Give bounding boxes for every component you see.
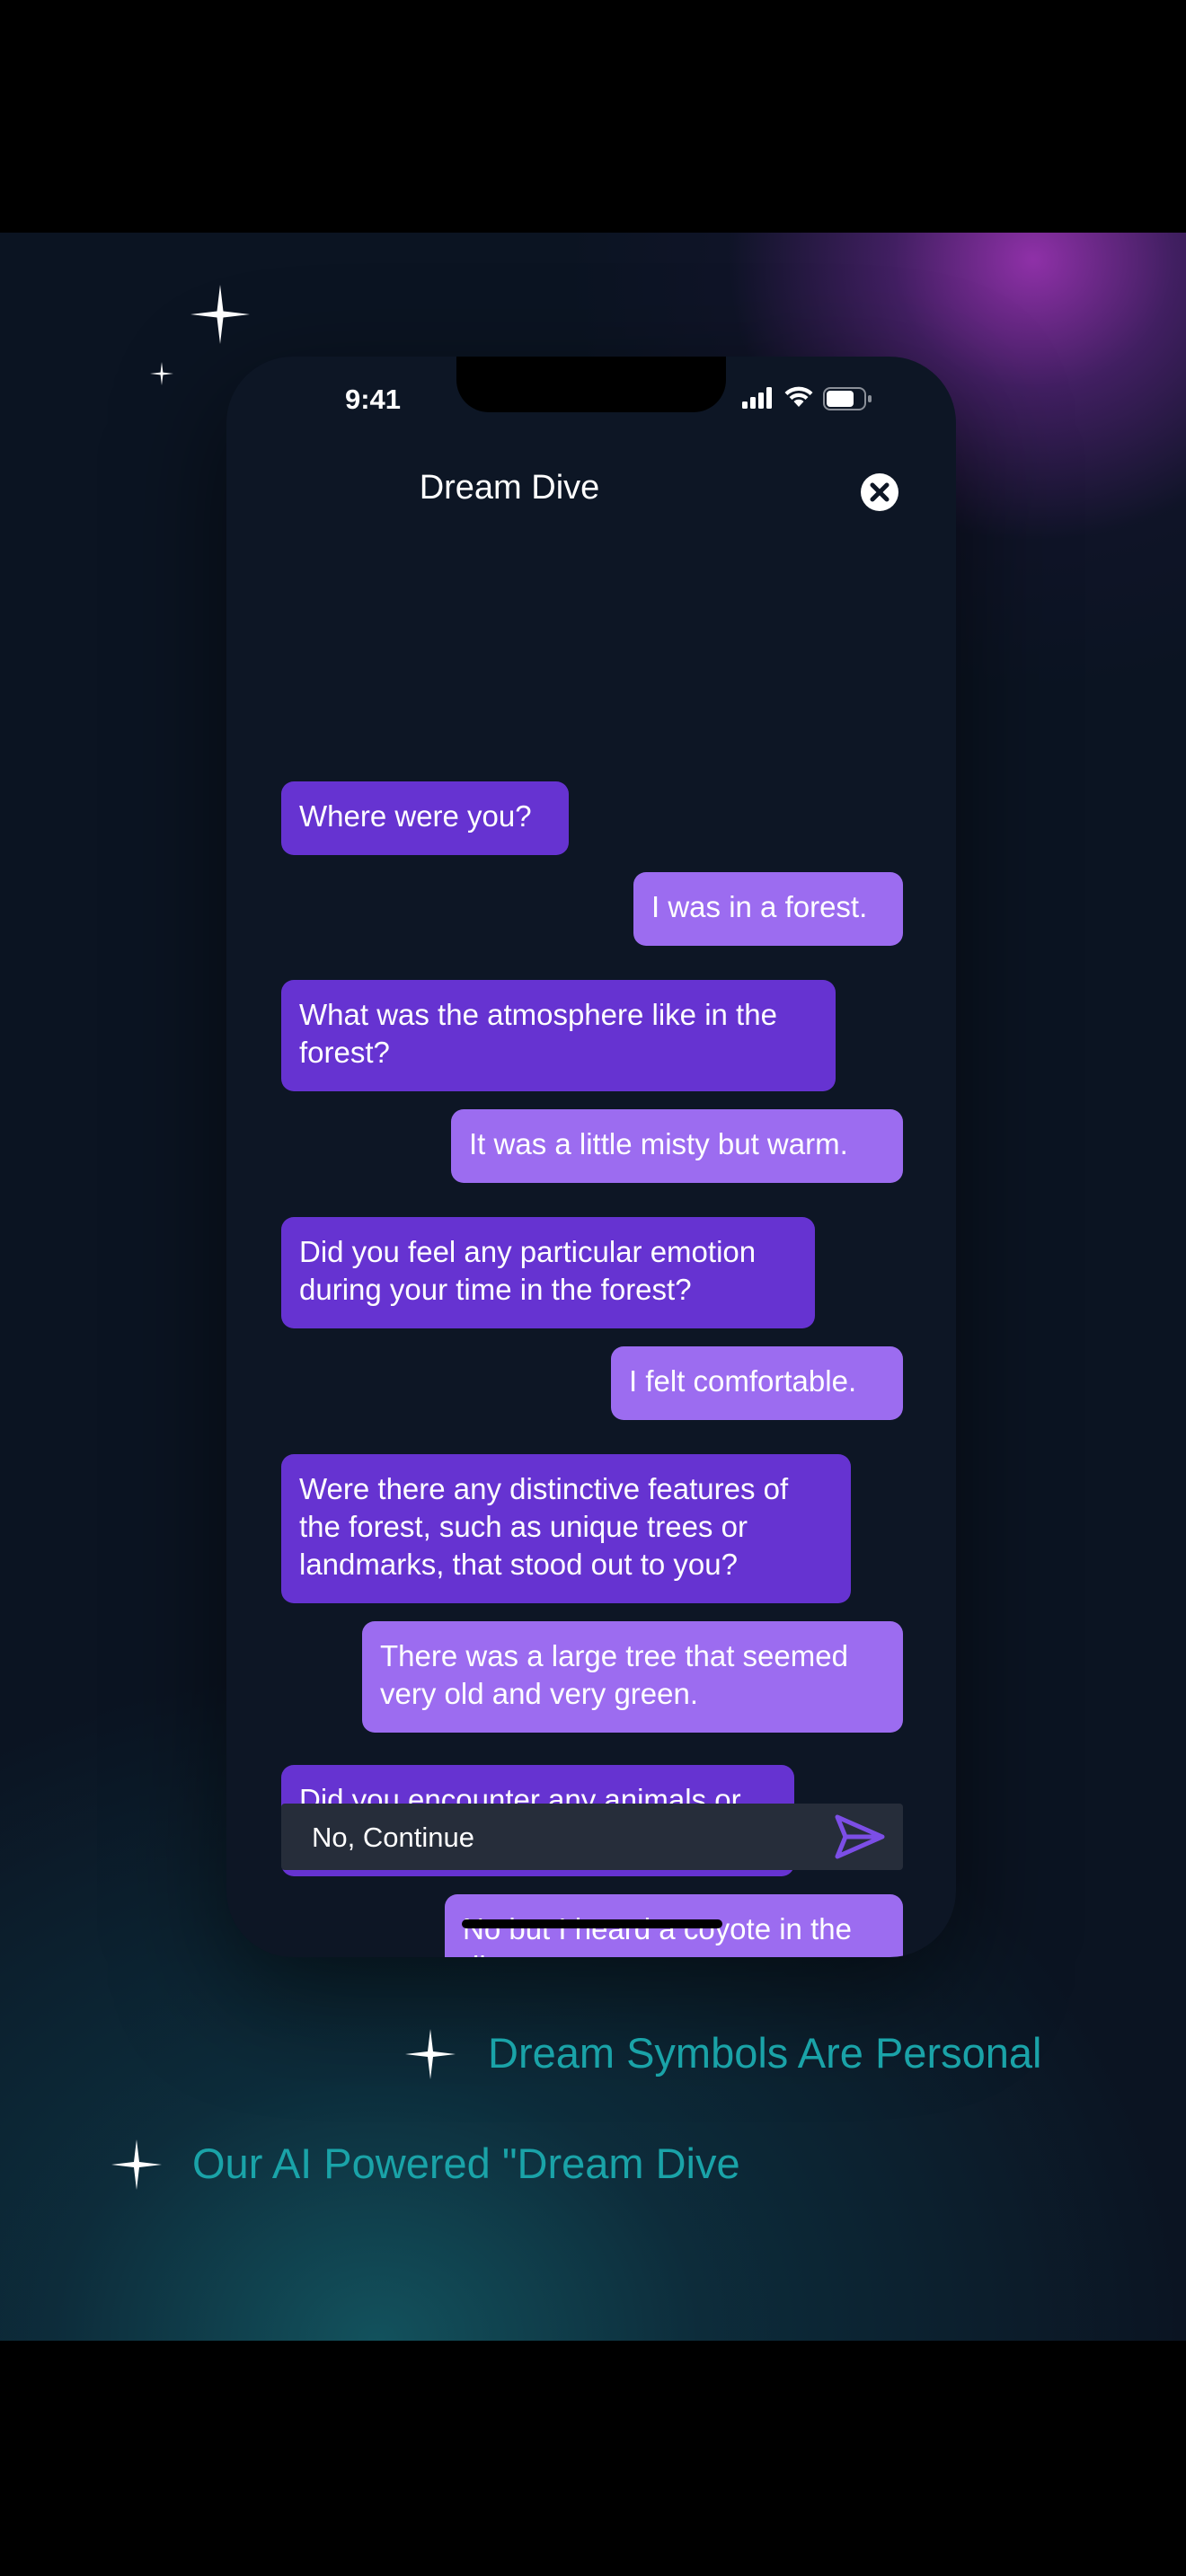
ai-message: What was the atmosphere like in the fore…: [281, 980, 836, 1091]
battery-icon: [823, 387, 872, 410]
reply-input-value: No, Continue: [312, 1822, 474, 1853]
user-message: I felt comfortable.: [611, 1346, 903, 1420]
home-indicator: [462, 1919, 722, 1928]
phone-mockup: 9:41 Dream Dive Where were you? I was in…: [226, 357, 956, 1957]
page-title: Dream Dive: [419, 469, 600, 507]
phone-notch: [456, 357, 726, 412]
user-message: It was a little misty but warm.: [451, 1109, 903, 1183]
status-time: 9:41: [344, 384, 402, 415]
sparkle-icon: [111, 2139, 162, 2190]
wifi-icon: [784, 386, 813, 407]
promo-background: 9:41 Dream Dive Where were you? I was in…: [0, 233, 1186, 2341]
ai-message: Were there any distinctive features of t…: [281, 1454, 851, 1603]
status-icons: [742, 386, 886, 412]
close-icon: [870, 482, 890, 502]
user-message: There was a large tree that seemed very …: [362, 1621, 903, 1733]
send-icon: [835, 1814, 885, 1859]
user-message: I was in a forest.: [633, 872, 903, 946]
sparkle-icon: [190, 285, 250, 344]
ai-message: Where were you?: [281, 781, 569, 855]
caption-ai-dream-dive: Our AI Powered "Dream Dive: [192, 2139, 740, 2187]
caption-dream-symbols: Dream Symbols Are Personal: [488, 2029, 1042, 2077]
sparkle-icon: [405, 2029, 456, 2079]
ai-message: Did you feel any particular emotion duri…: [281, 1217, 815, 1328]
send-button[interactable]: [835, 1814, 885, 1859]
close-button[interactable]: [861, 473, 898, 511]
reply-input[interactable]: No, Continue: [281, 1804, 903, 1870]
sparkle-icon: [150, 362, 173, 385]
signal-icon: [742, 387, 772, 409]
